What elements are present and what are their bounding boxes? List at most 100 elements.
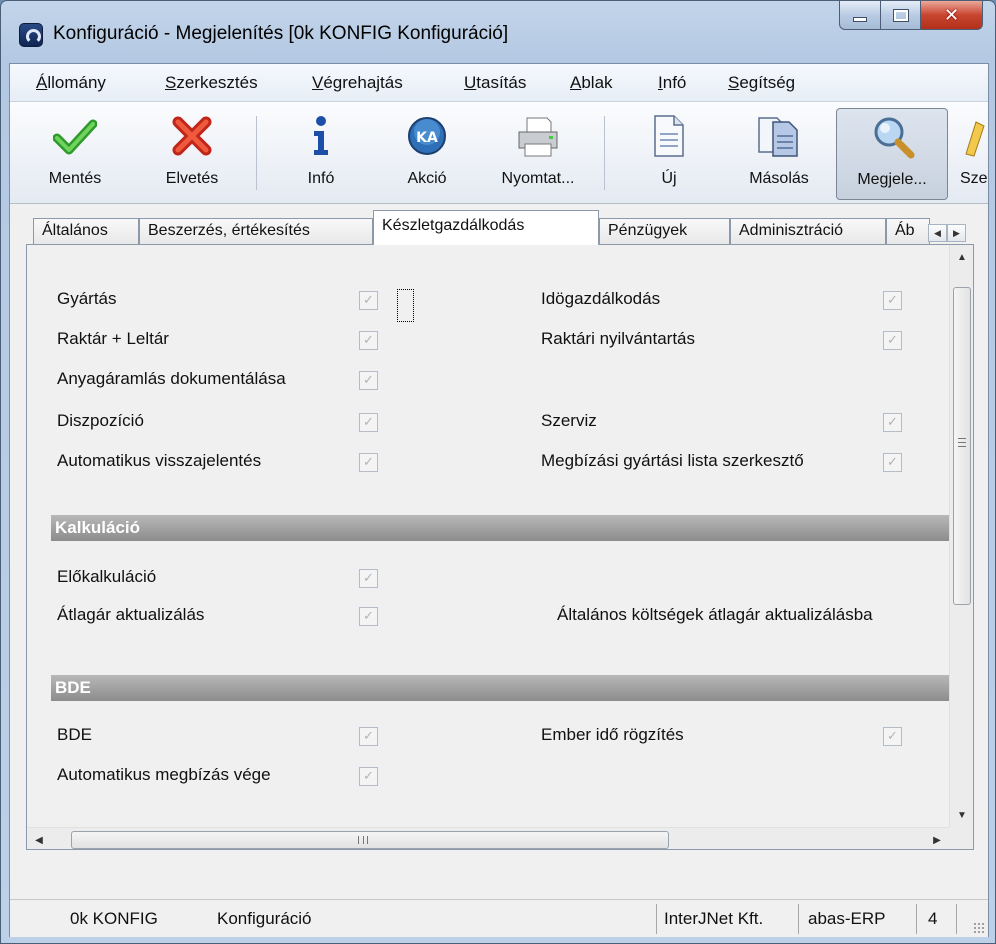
checkbox-auto-visszajelentes[interactable]: ✓ xyxy=(359,453,378,472)
tab-keszletgazdalkodas[interactable]: Készletgazdálkodás xyxy=(373,210,599,245)
minimize-icon xyxy=(853,16,867,22)
checkbox-ember-ido[interactable]: ✓ xyxy=(883,727,902,746)
label-bde: BDE xyxy=(57,725,92,744)
menu-utasitas[interactable]: Utasítás xyxy=(464,73,526,93)
maximize-button[interactable] xyxy=(881,1,921,30)
magnifier-icon xyxy=(874,117,915,159)
save-button[interactable]: Mentés xyxy=(32,108,118,200)
action-button[interactable]: KA Akció xyxy=(394,108,460,200)
tab-scroll: ◀ ▶ xyxy=(928,224,966,242)
new-button[interactable]: Új xyxy=(640,108,698,200)
vertical-scroll-thumb[interactable] xyxy=(953,287,971,605)
horizontal-scroll-thumb[interactable] xyxy=(71,831,669,849)
menu-label: zerkesztés xyxy=(176,73,258,92)
focus-indicator xyxy=(397,289,414,322)
horizontal-scrollbar[interactable]: ◀ ▶ xyxy=(27,827,949,849)
label-gyartas: Gyártás xyxy=(57,289,117,308)
menu-vegrehajtas[interactable]: Végrehajtás xyxy=(312,73,403,93)
pencil-icon xyxy=(965,121,985,157)
close-icon: ✕ xyxy=(943,4,960,26)
menu-mnemonic: V xyxy=(312,73,324,92)
label-altalanos-koltsegek: Általános költségek átlagár aktualizálás… xyxy=(557,605,873,624)
resize-grip-icon[interactable] xyxy=(973,922,985,934)
tab-ab[interactable]: Áb xyxy=(886,218,930,244)
title-bar[interactable]: Konfiguráció - Megjelenítés [0k KONFIG K… xyxy=(1,1,995,57)
options-area: Gyártás ✓ Idögazdálkodás ✓ Raktár + Lelt… xyxy=(27,245,949,827)
discard-button[interactable]: Elvetés xyxy=(146,108,238,200)
toolbar: Mentés Elvetés Infó KA Akció Nyomtat... xyxy=(10,102,988,204)
checkbox-raktar-leltar[interactable]: ✓ xyxy=(359,331,378,350)
display-button[interactable]: Megjele... xyxy=(836,108,948,200)
scroll-right-icon[interactable]: ▶ xyxy=(925,828,949,849)
copy-button[interactable]: Másolás xyxy=(734,108,824,200)
scroll-up-icon[interactable]: ▲ xyxy=(950,245,973,269)
label-szerviz: Szerviz xyxy=(541,411,597,430)
status-number: 4 xyxy=(928,909,938,928)
app-logo-icon[interactable] xyxy=(19,23,43,47)
tab-strip: Általános Beszerzés, értékesítés Készlet… xyxy=(10,204,988,245)
print-button[interactable]: Nyomtat... xyxy=(486,108,590,200)
edit-label: Szer xyxy=(960,170,988,187)
menu-mnemonic: A xyxy=(570,73,582,92)
label-idogazdalkodas: Idögazdálkodás xyxy=(541,289,661,308)
printer-icon xyxy=(518,117,558,157)
checkbox-idogazdalkodas[interactable]: ✓ xyxy=(883,291,902,310)
checkbox-gyartasi-lista[interactable]: ✓ xyxy=(883,453,902,472)
maximize-icon xyxy=(892,8,909,22)
tab-penzugyek[interactable]: Pénzügyek xyxy=(599,218,730,244)
minimize-button[interactable] xyxy=(839,1,881,30)
menu-mnemonic: S xyxy=(728,73,740,92)
checkbox-gyartas[interactable]: ✓ xyxy=(359,291,378,310)
tab-panel: Gyártás ✓ Idögazdálkodás ✓ Raktár + Lelt… xyxy=(26,244,974,850)
toolbar-separator xyxy=(604,116,605,190)
new-label: Új xyxy=(661,170,677,187)
tab-beszerzes[interactable]: Beszerzés, értékesítés xyxy=(139,218,373,244)
checkbox-atlagar[interactable]: ✓ xyxy=(359,607,378,626)
tab-adminisztracio[interactable]: Adminisztráció xyxy=(730,218,886,244)
status-divider xyxy=(956,904,957,934)
x-icon xyxy=(172,116,212,156)
close-button[interactable]: ✕ xyxy=(921,1,983,30)
print-label: Nyomtat... xyxy=(501,170,575,187)
checkbox-szerviz[interactable]: ✓ xyxy=(883,413,902,432)
menu-label: blak xyxy=(581,73,613,92)
label-elokalkulacio: Előkalkuláció xyxy=(57,567,157,586)
menu-mnemonic: U xyxy=(464,73,477,92)
checkbox-bde[interactable]: ✓ xyxy=(359,727,378,746)
menu-label: egítség xyxy=(739,73,796,92)
tab-scroll-left-icon[interactable]: ◀ xyxy=(928,224,947,242)
label-atlagar: Átlagár aktualizálás xyxy=(57,605,205,624)
copy-label: Másolás xyxy=(749,170,809,187)
status-divider xyxy=(656,904,657,934)
scroll-left-icon[interactable]: ◀ xyxy=(27,828,51,849)
edit-button[interactable]: Szer xyxy=(952,108,988,200)
menu-segitseg[interactable]: Segítség xyxy=(728,73,795,93)
tab-altalanos[interactable]: Általános xyxy=(33,218,139,244)
label-auto-megbizas-vege: Automatikus megbízás vége xyxy=(57,765,271,784)
checkbox-raktari-nyilvantartas[interactable]: ✓ xyxy=(883,331,902,350)
checkbox-auto-megbizas-vege[interactable]: ✓ xyxy=(359,767,378,786)
menu-info[interactable]: Infó xyxy=(658,73,686,93)
status-client: 0k KONFIG xyxy=(70,909,158,928)
menu-label: tasítás xyxy=(476,73,527,92)
client-area: Állomány Szerkesztés Végrehajtás Utasítá… xyxy=(9,63,989,937)
grip-icon xyxy=(358,836,368,844)
status-divider xyxy=(798,904,799,934)
info-button[interactable]: Infó xyxy=(292,108,350,200)
menu-label: nfó xyxy=(662,73,687,92)
checkbox-anyagaramlas[interactable]: ✓ xyxy=(359,371,378,390)
section-kalkulacio: Kalkuláció xyxy=(51,515,949,541)
status-product: abas-ERP xyxy=(808,909,886,928)
label-diszpozicio: Diszpozíció xyxy=(57,411,144,430)
checkbox-diszpozicio[interactable]: ✓ xyxy=(359,413,378,432)
menu-ablak[interactable]: Ablak xyxy=(570,73,613,93)
tab-scroll-right-icon[interactable]: ▶ xyxy=(947,224,966,242)
svg-text:KA: KA xyxy=(416,130,438,146)
scroll-down-icon[interactable]: ▼ xyxy=(950,803,973,827)
menu-szerkesztes[interactable]: Szerkesztés xyxy=(165,73,258,93)
toolbar-separator xyxy=(256,116,257,190)
label-raktar-leltar: Raktár + Leltár xyxy=(57,329,169,348)
menu-allomany[interactable]: Állomány xyxy=(36,73,106,93)
checkbox-elokalkulacio[interactable]: ✓ xyxy=(359,569,378,588)
vertical-scrollbar[interactable]: ▲ ▼ xyxy=(949,245,973,827)
